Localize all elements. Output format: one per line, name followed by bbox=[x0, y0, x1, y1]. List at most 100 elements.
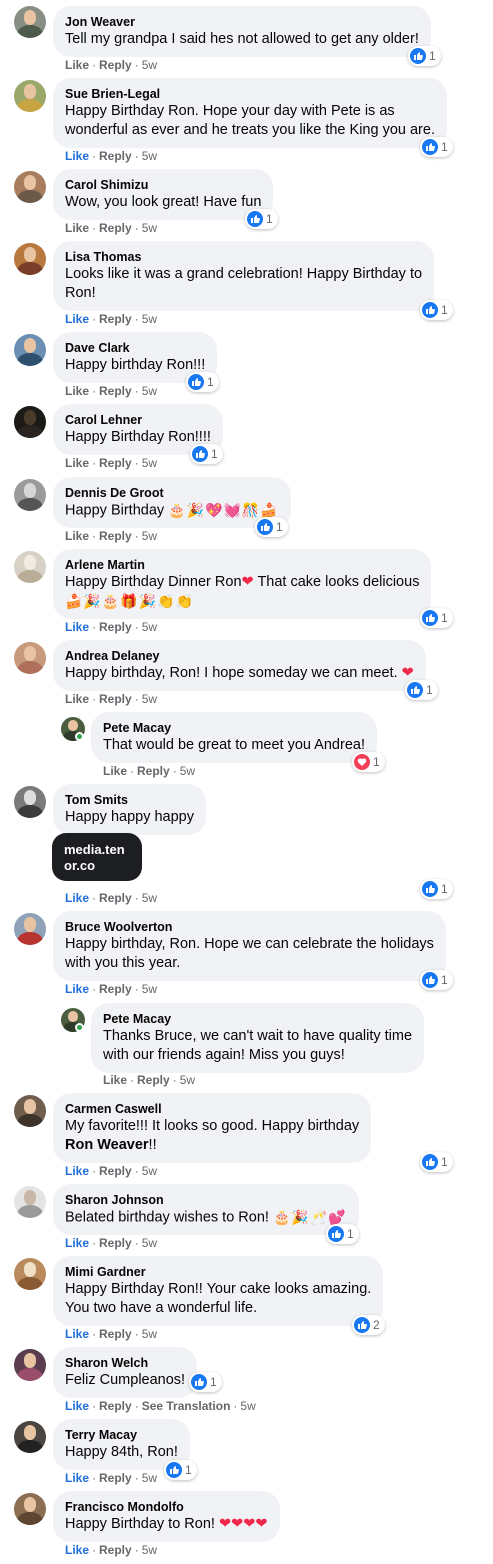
reply-button[interactable]: Reply bbox=[99, 1399, 132, 1413]
reaction-summary[interactable]: 1 bbox=[245, 209, 278, 229]
like-button[interactable]: Like bbox=[103, 1073, 127, 1087]
timestamp[interactable]: 5w bbox=[142, 529, 157, 543]
avatar[interactable] bbox=[14, 406, 46, 438]
like-button[interactable]: Like bbox=[65, 620, 89, 634]
comment-author[interactable]: Francisco Mondolfo bbox=[65, 1499, 268, 1515]
reply-button[interactable]: Reply bbox=[99, 221, 132, 235]
reply-button[interactable]: Reply bbox=[99, 1327, 132, 1341]
comment-author[interactable]: Carol Lehner bbox=[65, 412, 211, 428]
reaction-summary[interactable]: 1 bbox=[326, 1224, 359, 1244]
reaction-summary[interactable]: 1 bbox=[352, 752, 385, 772]
timestamp[interactable]: 5w bbox=[142, 620, 157, 634]
media-attachment[interactable]: media.ten or.co bbox=[52, 833, 142, 881]
like-button[interactable]: Like bbox=[65, 982, 89, 996]
like-button[interactable]: Like bbox=[65, 456, 89, 470]
like-button[interactable]: Like bbox=[65, 1399, 89, 1413]
timestamp[interactable]: 5w bbox=[142, 891, 157, 905]
reply-button[interactable]: Reply bbox=[99, 1236, 132, 1250]
see-translation-button[interactable]: See Translation bbox=[142, 1399, 231, 1413]
timestamp[interactable]: 5w bbox=[142, 312, 157, 326]
reply-button[interactable]: Reply bbox=[99, 620, 132, 634]
avatar[interactable] bbox=[14, 334, 46, 366]
comment-author[interactable]: Sue Brien-Legal bbox=[65, 86, 435, 102]
reply-button[interactable]: Reply bbox=[99, 384, 132, 398]
reaction-summary[interactable]: 1 bbox=[186, 372, 219, 392]
reaction-summary[interactable]: 1 bbox=[255, 517, 288, 537]
comment-author[interactable]: Sharon Johnson bbox=[65, 1192, 347, 1208]
reply-button[interactable]: Reply bbox=[99, 982, 132, 996]
like-button[interactable]: Like bbox=[65, 1164, 89, 1178]
comment-author[interactable]: Carol Shimizu bbox=[65, 177, 261, 193]
timestamp[interactable]: 5w bbox=[142, 1471, 157, 1485]
timestamp[interactable]: 5w bbox=[180, 1073, 195, 1087]
avatar[interactable] bbox=[14, 479, 46, 511]
like-button[interactable]: Like bbox=[65, 384, 89, 398]
reply-button[interactable]: Reply bbox=[99, 58, 132, 72]
avatar[interactable] bbox=[14, 171, 46, 203]
avatar[interactable] bbox=[14, 243, 46, 275]
avatar[interactable] bbox=[14, 6, 46, 38]
reaction-summary[interactable]: 1 bbox=[408, 46, 441, 66]
timestamp[interactable]: 5w bbox=[142, 692, 157, 706]
comment-author[interactable]: Mimi Gardner bbox=[65, 1264, 371, 1280]
avatar[interactable] bbox=[14, 1421, 46, 1453]
reaction-summary[interactable]: 1 bbox=[420, 970, 453, 990]
comment-author[interactable]: Dennis De Groot bbox=[65, 485, 279, 501]
reply-button[interactable]: Reply bbox=[99, 456, 132, 470]
reaction-summary[interactable]: 1 bbox=[420, 879, 453, 899]
avatar[interactable] bbox=[14, 1095, 46, 1127]
reply-button[interactable]: Reply bbox=[99, 891, 132, 905]
reply-button[interactable]: Reply bbox=[99, 1471, 132, 1485]
avatar[interactable] bbox=[14, 1258, 46, 1290]
comment-author[interactable]: Carmen Caswell bbox=[65, 1101, 359, 1117]
timestamp[interactable]: 5w bbox=[142, 982, 157, 996]
like-button[interactable]: Like bbox=[65, 1327, 89, 1341]
timestamp[interactable]: 5w bbox=[142, 1543, 157, 1557]
reply-button[interactable]: Reply bbox=[99, 149, 132, 163]
comment-author[interactable]: Pete Macay bbox=[103, 1011, 412, 1027]
avatar[interactable] bbox=[14, 1186, 46, 1218]
like-button[interactable]: Like bbox=[65, 1543, 89, 1557]
avatar[interactable] bbox=[14, 1493, 46, 1525]
comment-author[interactable]: Terry Macay bbox=[65, 1427, 178, 1443]
comment-author[interactable]: Sharon Welch bbox=[65, 1355, 185, 1371]
comment-author[interactable]: Andrea Delaney bbox=[65, 648, 414, 664]
timestamp[interactable]: 5w bbox=[142, 456, 157, 470]
media-link[interactable]: media.ten or.co bbox=[64, 842, 125, 874]
timestamp[interactable]: 5w bbox=[142, 221, 157, 235]
comment-author[interactable]: Dave Clark bbox=[65, 340, 205, 356]
reply-button[interactable]: Reply bbox=[99, 1164, 132, 1178]
like-button[interactable]: Like bbox=[65, 149, 89, 163]
reaction-summary[interactable]: 2 bbox=[352, 1315, 385, 1335]
reply-button[interactable]: Reply bbox=[137, 1073, 170, 1087]
timestamp[interactable]: 5w bbox=[240, 1399, 255, 1413]
reaction-summary[interactable]: 1 bbox=[405, 680, 438, 700]
timestamp[interactable]: 5w bbox=[142, 384, 157, 398]
like-button[interactable]: Like bbox=[103, 764, 127, 778]
comment-author[interactable]: Jon Weaver bbox=[65, 14, 419, 30]
avatar[interactable] bbox=[14, 913, 46, 945]
like-button[interactable]: Like bbox=[65, 312, 89, 326]
like-button[interactable]: Like bbox=[65, 1471, 89, 1485]
reaction-summary[interactable]: 1 bbox=[420, 300, 453, 320]
timestamp[interactable]: 5w bbox=[142, 149, 157, 163]
comment-author[interactable]: Arlene Martin bbox=[65, 557, 419, 573]
reaction-summary[interactable]: 1 bbox=[420, 608, 453, 628]
timestamp[interactable]: 5w bbox=[142, 1164, 157, 1178]
avatar[interactable] bbox=[14, 1349, 46, 1381]
reply-button[interactable]: Reply bbox=[137, 764, 170, 778]
like-button[interactable]: Like bbox=[65, 692, 89, 706]
reaction-summary[interactable]: 1 bbox=[164, 1460, 197, 1480]
reaction-summary[interactable]: 1 bbox=[190, 444, 223, 464]
avatar[interactable] bbox=[14, 786, 46, 818]
comment-author[interactable]: Tom Smits bbox=[65, 792, 194, 808]
reaction-summary[interactable]: 1 bbox=[420, 137, 453, 157]
reply-button[interactable]: Reply bbox=[99, 529, 132, 543]
avatar[interactable] bbox=[14, 551, 46, 583]
timestamp[interactable]: 5w bbox=[142, 58, 157, 72]
avatar[interactable] bbox=[14, 80, 46, 112]
mention-tag[interactable]: Ron Weaver bbox=[65, 1137, 149, 1153]
like-button[interactable]: Like bbox=[65, 891, 89, 905]
reaction-summary[interactable]: 1 bbox=[420, 1152, 453, 1172]
comment-author[interactable]: Bruce Woolverton bbox=[65, 919, 434, 935]
